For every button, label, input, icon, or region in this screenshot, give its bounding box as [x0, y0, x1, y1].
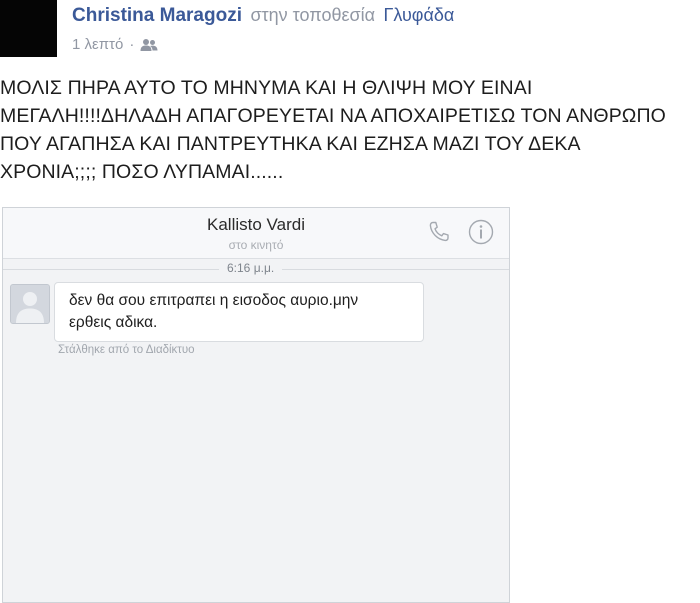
post-timestamp[interactable]: 1 λεπτό [72, 36, 123, 53]
phone-icon [427, 220, 451, 244]
sent-from-note: Στάλθηκε από το Διαδίκτυο [58, 344, 195, 356]
info-icon [468, 219, 494, 245]
author-avatar[interactable] [0, 0, 57, 57]
post-header: Christina Maragozi στην τοποθεσία Γλυφάδ… [72, 5, 454, 27]
post-body: ΜΟΛΙΣ ΠΗΡΑ ΑΥΤΟ ΤΟ ΜΗΝΥΜΑ ΚΑΙ Η ΘΛΙΨΗ ΜΟ… [0, 74, 700, 186]
time-divider: 6:16 μ.μ. [3, 261, 509, 277]
author-name-link[interactable]: Christina Maragozi [72, 5, 242, 26]
message-screenshot[interactable]: Kallisto Vardi στο κινητό 6:16 μ.μ. δεν [2, 207, 510, 603]
post-text-line: ΠΟΥ ΑΓΑΠΗΣΑ ΚΑΙ ΠΑΝΤΡΕΥΤΗΚΑ ΚΑΙ ΕΖΗΣΑ ΜΑ… [0, 133, 581, 155]
message-time: 6:16 μ.μ. [219, 261, 283, 275]
sender-avatar [10, 284, 50, 324]
post-meta: 1 λεπτό · [72, 36, 158, 53]
message-text: δεν θα σου επιτραπει η εισοδος αυριο.μην… [69, 290, 419, 334]
friends-icon[interactable] [140, 38, 158, 52]
location-prefix: στην τοποθεσία [250, 5, 376, 25]
message-bubble: δεν θα σου επιτραπει η εισοδος αυριο.μην… [54, 282, 424, 342]
message-line: δεν θα σου επιτραπει η εισοδος αυριο.μην [69, 292, 359, 309]
meta-separator: · [129, 36, 135, 53]
location-link[interactable]: Γλυφάδα [383, 5, 454, 25]
post-text-line: ΧΡΟΝΙΑ;;;; ΠΟΣΟ ΛΥΠΑΜΑΙ...... [0, 161, 284, 183]
message-line: ερθεις αδικα. [69, 314, 158, 331]
post-text-line: ΜΕΓΑΛΗ!!!!ΔΗΛΑΔΗ ΑΠΑΓΟΡΕΥΕΤΑΙ ΝΑ ΑΠΟΧΑΙΡ… [0, 105, 666, 127]
post-text-line: ΜΟΛΙΣ ΠΗΡΑ ΑΥΤΟ ΤΟ ΜΗΝΥΜΑ ΚΑΙ Η ΘΛΙΨΗ ΜΟ… [0, 77, 533, 99]
conversation-header: Kallisto Vardi στο κινητό [3, 208, 509, 259]
